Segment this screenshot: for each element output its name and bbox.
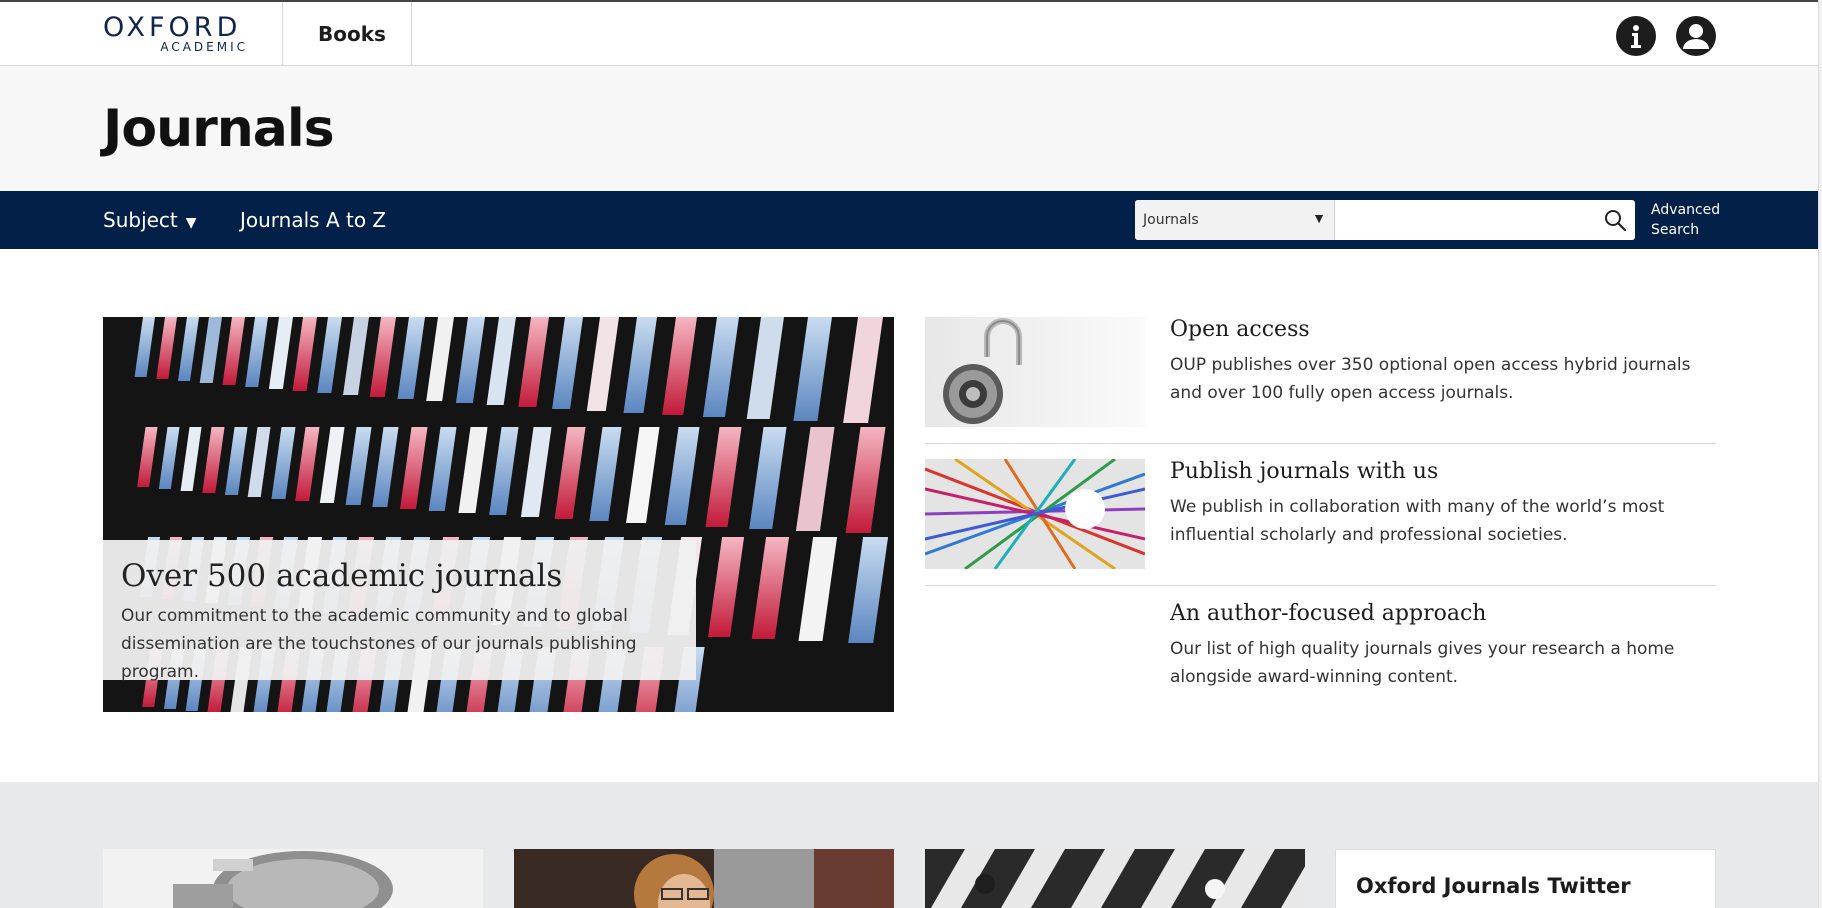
feature-description: We publish in collaboration with many of… [1170,497,1665,545]
lower-promo-band: Oxford Journals Twitter [0,782,1818,908]
advanced-search-line2: Search [1651,222,1700,238]
advanced-search-link[interactable]: Advanced Search [1651,200,1720,240]
main-content: Over 500 academic journals Our commitmen… [0,249,1818,780]
search-input[interactable] [1335,200,1635,240]
twitter-widget-title: Oxford Journals Twitter [1356,874,1631,898]
top-bar: OXFORD ACADEMIC Books [0,0,1818,66]
logo-oxford-text: OXFORD [103,12,242,43]
promo-card-crosswalk-image[interactable] [925,849,1305,908]
info-icon[interactable] [1616,16,1656,56]
journals-a-to-z-link[interactable]: Journals A to Z [240,208,386,232]
hero-description: Our commitment to the academic community… [121,606,637,682]
feature-description: Our list of high quality journals gives … [1170,639,1675,687]
feature-title[interactable]: An author-focused approach [1170,601,1486,626]
feature-divider [925,585,1716,586]
search-scope-value: Journals [1143,212,1199,228]
colorful-strings-image [925,459,1145,569]
hero-caption-card: Over 500 academic journals Our commitmen… [103,540,696,682]
user-account-icon[interactable] [1676,16,1716,56]
subject-dropdown[interactable]: Subject ▼ [103,208,197,232]
page-scrollbar[interactable] [1818,0,1822,908]
hero-heading[interactable]: Over 500 academic journals [121,558,678,594]
twitter-widget-card[interactable]: Oxford Journals Twitter [1335,849,1716,908]
subject-label: Subject [103,208,178,232]
feature-title[interactable]: Publish journals with us [1170,459,1438,484]
search-bar: Journals ▼ [1135,200,1635,240]
logo-academic-text: ACADEMIC [160,40,248,54]
feature-publish-journals[interactable]: Publish journals with us We publish in c… [925,459,1716,569]
search-scope-select[interactable]: Journals ▼ [1135,200,1335,240]
caret-down-icon: ▼ [1312,210,1326,226]
books-link[interactable]: Books [318,22,386,46]
promo-card-woman-image[interactable] [514,849,894,908]
search-icon[interactable] [1603,208,1627,232]
page-title: Journals [103,99,335,159]
header-divider [282,2,283,66]
feature-divider [925,443,1716,444]
feature-open-access[interactable]: Open access OUP publishes over 350 optio… [925,317,1716,427]
promo-card-watch-image[interactable] [103,849,483,908]
open-access-padlock-image [925,317,1145,427]
advanced-search-line1: Advanced [1651,202,1721,218]
page: OXFORD ACADEMIC Books Journals Subject ▼ … [0,0,1818,908]
hero-banner[interactable]: Over 500 academic journals Our commitmen… [103,317,894,712]
oxford-academic-logo[interactable]: OXFORD ACADEMIC [103,12,248,55]
feature-title[interactable]: Open access [1170,317,1310,342]
feature-author-focused[interactable]: An author-focused approach Our list of h… [925,601,1716,711]
title-band: Journals [0,66,1818,191]
feature-description: OUP publishes over 350 optional open acc… [1170,355,1691,403]
journals-nav-bar: Subject ▼ Journals A to Z Journals ▼ Adva… [0,191,1818,249]
header-divider [411,2,412,66]
caret-down-icon: ▼ [185,215,197,231]
